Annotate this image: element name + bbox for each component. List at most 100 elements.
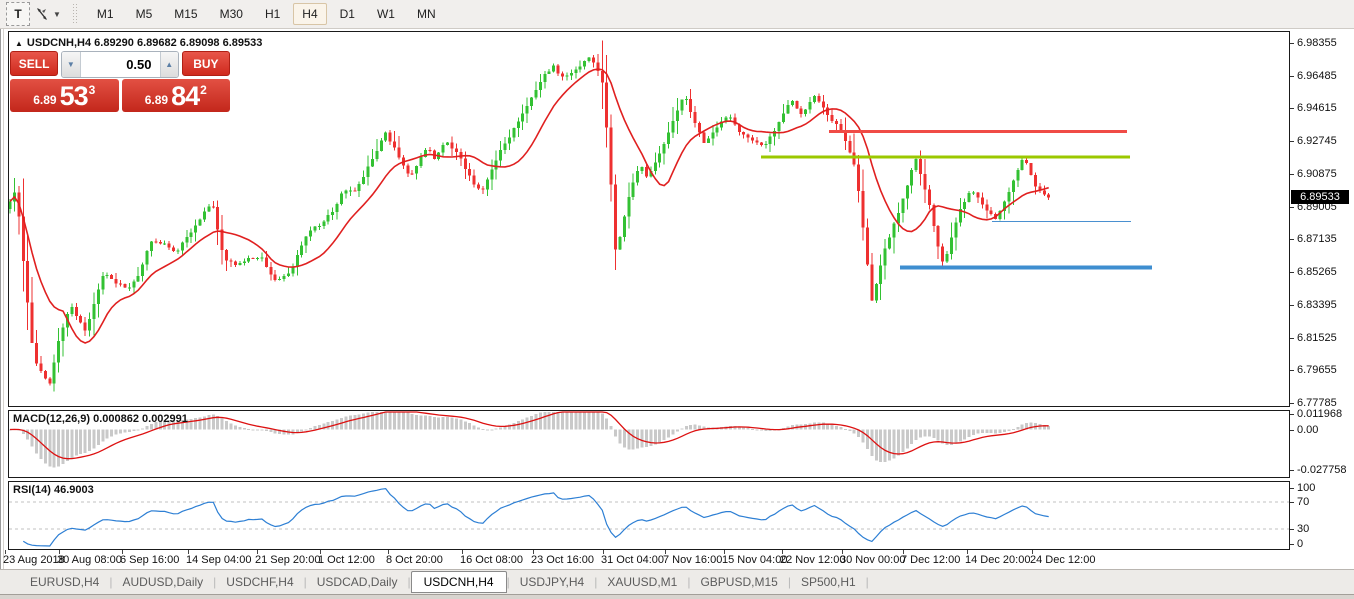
rsi-axis-label: 70 xyxy=(1297,496,1310,508)
time-axis-label: 16 Oct 08:00 xyxy=(460,554,523,566)
axis-tick xyxy=(1290,174,1294,175)
volume-decrease-button[interactable]: ▼ xyxy=(62,52,81,77)
axis-tick xyxy=(1290,272,1294,273)
axis-tick xyxy=(1290,544,1294,545)
time-axis-label: 15 Nov 04:00 xyxy=(722,554,788,566)
time-axis-label: 31 Oct 04:00 xyxy=(601,554,664,566)
macd-chart[interactable] xyxy=(9,411,1289,477)
time-axis-label: 30 Nov 00:00 xyxy=(840,554,906,566)
axis-tick xyxy=(1290,470,1294,471)
axis-tick xyxy=(1290,403,1294,404)
price-axis-label: 6.81525 xyxy=(1297,332,1337,344)
macd-pane[interactable]: MACD(12,26,9) 0.000862 0.002991 xyxy=(8,410,1290,478)
price-axis-label: 6.92745 xyxy=(1297,135,1337,147)
timeframe-button-m1[interactable]: M1 xyxy=(88,3,123,25)
chart-tab-usdjpy[interactable]: USDJPY,H4 xyxy=(510,572,594,592)
axis-tick xyxy=(1290,43,1294,44)
chart-tab-eurusd[interactable]: EURUSD,H4 xyxy=(20,572,109,592)
axis-tick xyxy=(1290,370,1294,371)
time-axis-label: 22 Nov 12:00 xyxy=(780,554,846,566)
price-axis-label: 6.90875 xyxy=(1297,168,1337,180)
arrows-tool-button[interactable]: ▼ xyxy=(34,3,61,25)
volume-input[interactable]: 0.50 xyxy=(80,52,160,77)
chart-tab-gbpusd[interactable]: GBPUSD,M15 xyxy=(690,572,787,592)
arrows-icon xyxy=(37,8,47,20)
rsi-axis-label: 100 xyxy=(1297,482,1316,494)
timeframe-button-m30[interactable]: M30 xyxy=(211,3,252,25)
time-axis-label: 23 Aug 2018 xyxy=(3,554,65,566)
macd-axis-label: 0.00 xyxy=(1297,424,1319,436)
rsi-chart[interactable] xyxy=(9,482,1289,549)
timeframe-button-w1[interactable]: W1 xyxy=(368,3,404,25)
time-axis-label: 1 Oct 12:00 xyxy=(318,554,375,566)
rsi-pane[interactable]: RSI(14) 46.9003 xyxy=(8,481,1290,550)
toolbar-grip xyxy=(72,4,78,24)
macd-label: MACD(12,26,9) 0.000862 0.002991 xyxy=(13,413,188,425)
axis-tick xyxy=(1290,502,1294,503)
axis-tick xyxy=(1290,338,1294,339)
sell-button[interactable]: SELL xyxy=(10,51,59,76)
sell-price-main: 53 xyxy=(59,81,89,111)
timeframe-button-mn[interactable]: MN xyxy=(408,3,445,25)
timeframe-button-m5[interactable]: M5 xyxy=(127,3,162,25)
time-axis-label: 7 Nov 16:00 xyxy=(663,554,723,566)
mt4-window: T ▼ M1 M5 M15 M30 H1 H4 D1 W1 MN ▲ USDCNH,H4 6.89… xyxy=(0,0,1354,599)
chart-window: ▲ USDCNH,H4 6.89290 6.89682 6.89098 6.895… xyxy=(0,29,1354,569)
timeframe-button-m15[interactable]: M15 xyxy=(165,3,206,25)
sell-price-pip: 3 xyxy=(88,83,96,97)
buy-price-quote[interactable]: 6.89 84 2 xyxy=(121,79,230,112)
axis-tick xyxy=(1290,414,1294,415)
price-axis-label: 6.85265 xyxy=(1297,266,1337,278)
chart-tab-usdcnh[interactable]: USDCNH,H4 xyxy=(410,571,507,593)
text-tool-button[interactable]: T xyxy=(6,2,30,26)
rsi-label: RSI(14) 46.9003 xyxy=(13,484,94,496)
one-click-trade-panel: SELL ▼ 0.50 ▲ BUY 6.89 53 3 6.89 84 2 xyxy=(10,51,230,112)
buy-price-main: 84 xyxy=(171,81,200,111)
axis-tick xyxy=(1290,108,1294,109)
macd-axis-label: -0.027758 xyxy=(1297,464,1347,476)
tab-divider: | xyxy=(865,575,869,589)
status-strip xyxy=(0,594,1354,599)
timeframe-button-d1[interactable]: D1 xyxy=(331,3,364,25)
timeframe-button-h1[interactable]: H1 xyxy=(256,3,289,25)
rsi-axis-label: 30 xyxy=(1297,523,1310,535)
axis-tick xyxy=(1290,76,1294,77)
axis-tick xyxy=(1290,488,1294,489)
volume-increase-button[interactable]: ▲ xyxy=(159,52,178,77)
chart-tab-usdcad[interactable]: USDCAD,Daily xyxy=(307,572,408,592)
price-axis-label: 6.79655 xyxy=(1297,364,1337,376)
chart-tab-audusd[interactable]: AUDUSD,Daily xyxy=(112,572,213,592)
axis-tick xyxy=(1290,207,1294,208)
buy-button[interactable]: BUY xyxy=(181,51,230,76)
axis-tick xyxy=(1290,239,1294,240)
time-axis-label: 30 Aug 08:00 xyxy=(57,554,122,566)
buy-price-pip: 2 xyxy=(200,83,207,97)
time-axis-label: 6 Sep 16:00 xyxy=(120,554,180,566)
sell-price-quote[interactable]: 6.89 53 3 xyxy=(10,79,119,112)
price-axis-label: 6.96485 xyxy=(1297,70,1337,82)
axis-tick xyxy=(1290,305,1294,306)
price-axis-label: 6.83395 xyxy=(1297,299,1337,311)
axis-tick xyxy=(1290,141,1294,142)
chart-tab-usdchf[interactable]: USDCHF,H4 xyxy=(216,572,303,592)
macd-axis-label: 0.011968 xyxy=(1297,408,1343,420)
timeframe-button-h4[interactable]: H4 xyxy=(293,3,327,25)
price-axis-label: 6.87135 xyxy=(1297,233,1337,245)
chart-tab-xauusd[interactable]: XAUUSD,M1 xyxy=(597,572,687,592)
time-axis-label: 23 Oct 16:00 xyxy=(531,554,594,566)
time-axis-label: 24 Dec 12:00 xyxy=(1030,554,1096,566)
time-axis-label: 7 Dec 12:00 xyxy=(901,554,961,566)
triangle-icon: ▲ xyxy=(15,39,23,48)
chevron-down-icon[interactable]: ▼ xyxy=(53,10,61,19)
axis-tick xyxy=(1290,529,1294,530)
timeframe-group: M1 M5 M15 M30 H1 H4 D1 W1 MN xyxy=(86,3,447,25)
time-axis-label: 14 Sep 04:00 xyxy=(186,554,252,566)
time-axis-label: 14 Dec 20:00 xyxy=(965,554,1031,566)
price-axis-label: 6.94615 xyxy=(1297,102,1337,114)
buy-price-prefix: 6.89 xyxy=(144,93,169,107)
chart-tab-bar: EURUSD,H4 | AUDUSD,Daily | USDCHF,H4 | USDCAD,… xyxy=(0,569,1354,594)
sell-price-prefix: 6.89 xyxy=(33,93,57,107)
window-edge xyxy=(0,29,1,569)
toolbar: T ▼ M1 M5 M15 M30 H1 H4 D1 W1 MN xyxy=(0,0,1354,29)
chart-tab-sp500[interactable]: SP500,H1 xyxy=(791,572,866,592)
